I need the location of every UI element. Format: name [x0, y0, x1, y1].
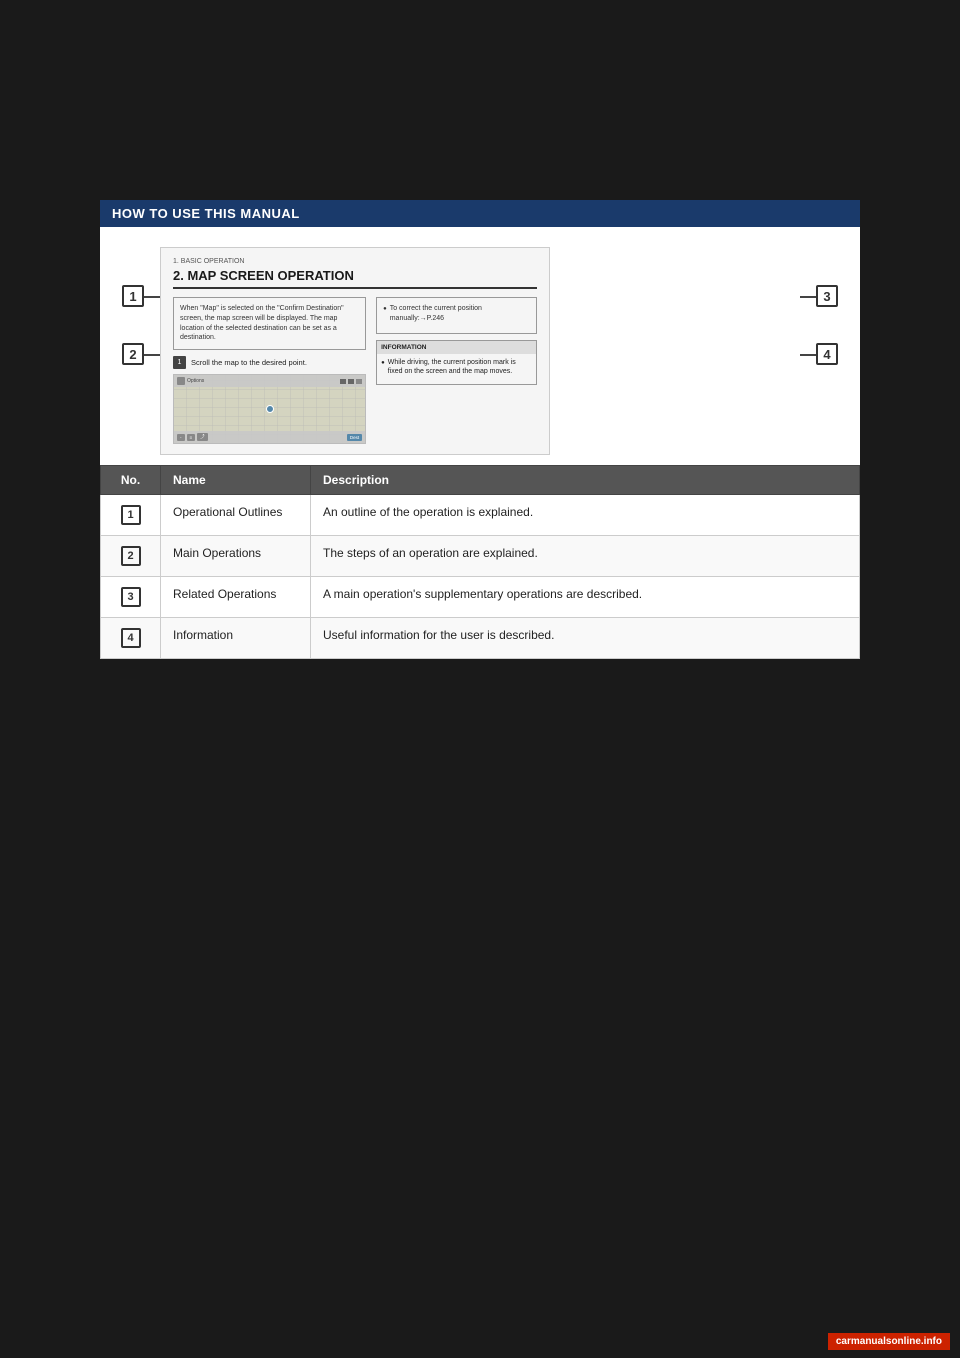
- manual-content-card: HOW TO USE THIS MANUAL 1 2 3 4: [100, 200, 860, 659]
- section-header-text: HOW TO USE THIS MANUAL: [112, 206, 300, 221]
- info-box: INFORMATION While driving, the current p…: [376, 340, 537, 386]
- callout-2: 2: [122, 343, 144, 365]
- row-3-num-box: 3: [121, 587, 141, 607]
- car-position-marker: [266, 405, 274, 413]
- carmanuals-logo: carmanualsonline.info: [828, 1333, 950, 1350]
- row-4-desc: Useful information for the user is descr…: [311, 618, 860, 659]
- row-3-num-cell: 3: [101, 577, 161, 618]
- manual-right-col: To correct the current position manually…: [376, 297, 537, 444]
- info-box-header: INFORMATION: [377, 341, 536, 354]
- info-bullet-item: While driving, the current position mark…: [381, 358, 532, 378]
- manual-main-content: When "Map" is selected on the "Confirm D…: [173, 297, 537, 444]
- manual-page-mockup: 1. BASIC OPERATION 2. MAP SCREEN OPERATI…: [160, 247, 550, 455]
- gps-icon: [356, 379, 362, 384]
- signal-bar-2: [348, 379, 354, 384]
- table-body: 1 Operational Outlines An outline of the…: [101, 495, 860, 659]
- col-header-desc: Description: [311, 466, 860, 495]
- row-3-desc: A main operation's supplementary operati…: [311, 577, 860, 618]
- manual-page-title: 2. MAP SCREEN OPERATION: [173, 268, 537, 289]
- manual-left-col: When "Map" is selected on the "Confirm D…: [173, 297, 366, 444]
- row-4-num-box: 4: [121, 628, 141, 648]
- row-2-desc: The steps of an operation are explained.: [311, 536, 860, 577]
- table-header-row: No. Name Description: [101, 466, 860, 495]
- outline-text: When "Map" is selected on the "Confirm D…: [180, 305, 344, 341]
- right-bullet-box: To correct the current position manually…: [376, 297, 537, 334]
- col-header-name: Name: [161, 466, 311, 495]
- map-toolbar-top: Options: [174, 375, 365, 387]
- page: HOW TO USE THIS MANUAL 1 2 3 4: [0, 0, 960, 1358]
- dest-btn: Dest: [347, 434, 362, 441]
- callout-1-line: [144, 296, 160, 298]
- info-text: While driving, the current position mark…: [388, 358, 532, 378]
- map-signal-icons: [340, 379, 362, 384]
- map-preview: Options - ≡: [173, 374, 366, 444]
- info-box-content: While driving, the current position mark…: [377, 354, 536, 385]
- zoom-out-btn: -: [177, 434, 185, 441]
- signal-bar-1: [340, 379, 346, 384]
- map-north-icon: [177, 377, 185, 385]
- table-row: 1 Operational Outlines An outline of the…: [101, 495, 860, 536]
- callout-4: 4: [816, 343, 838, 365]
- step-text: Scroll the map to the desired point.: [191, 358, 307, 367]
- row-1-name: Operational Outlines: [161, 495, 311, 536]
- illustration-wrapper: 1 2 3 4 1. BASIC OPERATION 2. MAP SCR: [160, 227, 800, 465]
- row-1-desc: An outline of the operation is explained…: [311, 495, 860, 536]
- row-2-num-cell: 2: [101, 536, 161, 577]
- manual-page-header: 1. BASIC OPERATION: [173, 258, 537, 265]
- operations-table: No. Name Description 1 Operational Outli…: [100, 465, 860, 659]
- step-row: 1 Scroll the map to the desired point.: [173, 356, 366, 369]
- callout-3-line: [800, 296, 816, 298]
- outline-box: When "Map" is selected on the "Confirm D…: [173, 297, 366, 350]
- row-2-name: Main Operations: [161, 536, 311, 577]
- table-row: 4 Information Useful information for the…: [101, 618, 860, 659]
- row-2-num-box: 2: [121, 546, 141, 566]
- map-toolbar-bottom: - ≡ ⤴ Dest: [174, 431, 365, 443]
- table-row: 2 Main Operations The steps of an operat…: [101, 536, 860, 577]
- row-4-num-cell: 4: [101, 618, 161, 659]
- row-3-name: Related Operations: [161, 577, 311, 618]
- step-num: 1: [173, 356, 186, 369]
- right-bullet-text: To correct the current position manually…: [390, 304, 530, 324]
- map-label: Options: [187, 378, 204, 384]
- callout-2-line: [144, 354, 160, 356]
- row-4-name: Information: [161, 618, 311, 659]
- callout-4-line: [800, 354, 816, 356]
- section-header: HOW TO USE THIS MANUAL: [100, 200, 860, 227]
- callout-3: 3: [816, 285, 838, 307]
- row-1-num-cell: 1: [101, 495, 161, 536]
- table-head: No. Name Description: [101, 466, 860, 495]
- callout-1: 1: [122, 285, 144, 307]
- row-1-num-box: 1: [121, 505, 141, 525]
- right-bullet-item: To correct the current position manually…: [383, 304, 530, 324]
- table-row: 3 Related Operations A main operation's …: [101, 577, 860, 618]
- map-icon-btn: ≡: [187, 434, 196, 441]
- col-header-no: No.: [101, 466, 161, 495]
- route-btn: ⤴: [197, 433, 208, 441]
